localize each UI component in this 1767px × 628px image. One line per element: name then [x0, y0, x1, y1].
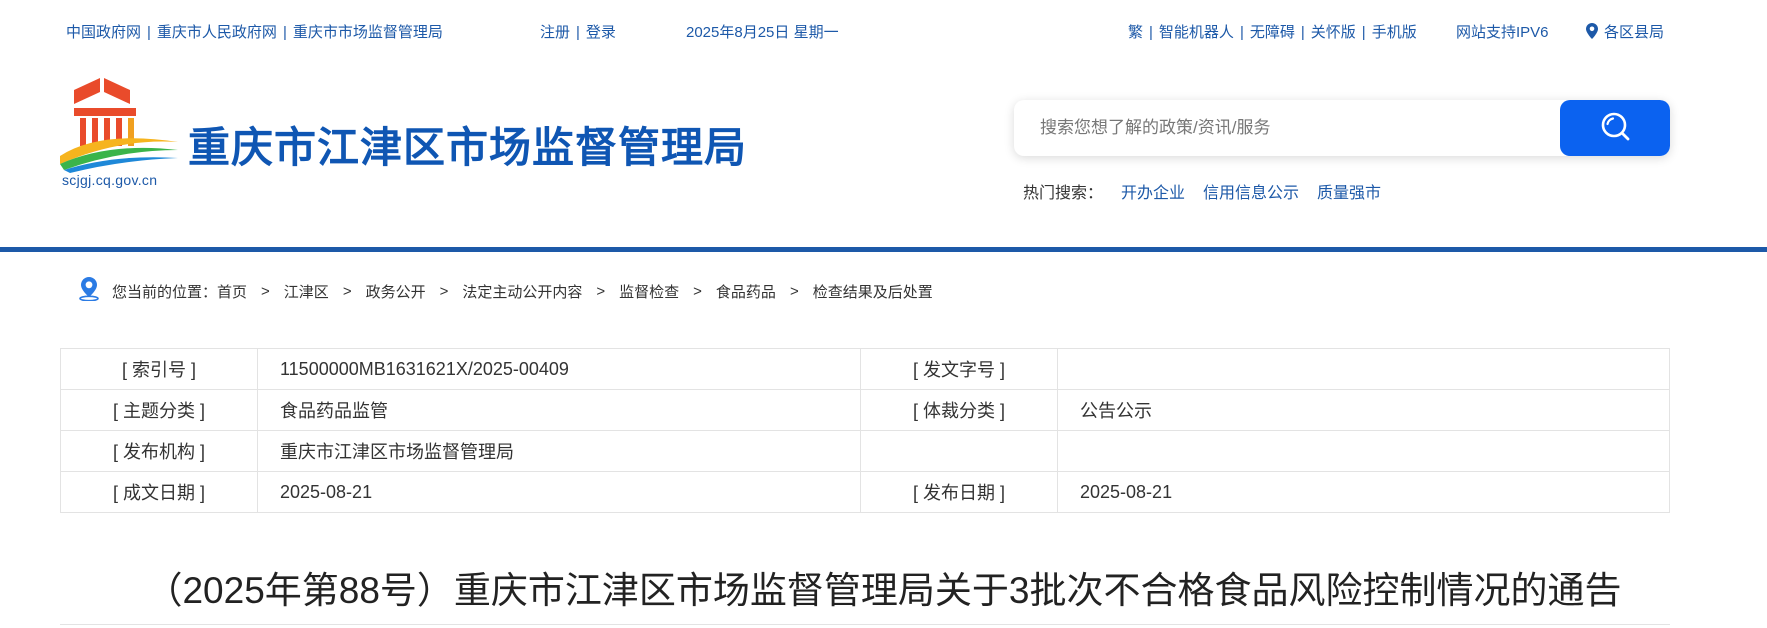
meta-value: 2025-08-21 — [257, 471, 861, 513]
location-pin-icon — [1586, 23, 1598, 43]
meta-key: [ 发文字号 ] — [860, 348, 1058, 390]
breadcrumb-food-drug[interactable]: 食品药品 — [716, 281, 776, 302]
meta-value: 食品药品监管 — [257, 389, 861, 431]
meta-key: [ 发布机构 ] — [60, 430, 258, 472]
districts-link[interactable]: 各区县局 — [1586, 21, 1664, 43]
site-title[interactable]: 重庆市江津区市场监督管理局 — [188, 114, 747, 175]
meta-value: 重庆市江津区市场监督管理局 — [257, 430, 861, 472]
table-row: [ 主题分类 ] 食品药品监管 [ 体裁分类 ] 公告公示 — [60, 389, 1670, 431]
separator: | — [576, 24, 580, 41]
separator: | — [282, 24, 287, 41]
search-input[interactable] — [1014, 100, 1554, 156]
breadcrumb-jiangjin[interactable]: 江津区 — [284, 281, 329, 302]
meta-value: 11500000MB1631621X/2025-00409 — [257, 348, 861, 390]
hot-term-quality-city[interactable]: 质量强市 — [1317, 185, 1381, 202]
table-row: [ 发布机构 ] 重庆市江津区市场监督管理局 — [60, 430, 1670, 472]
meta-value: 2025-08-21 — [1057, 471, 1670, 513]
current-date: 2025年8月25日 星期一 — [686, 24, 839, 41]
register-link[interactable]: 注册 — [540, 24, 570, 41]
breadcrumb-separator: > — [596, 282, 606, 300]
breadcrumb-inspection[interactable]: 监督检查 — [619, 281, 679, 302]
link-cq-scjgj[interactable]: 重庆市市场监督管理局 — [293, 24, 443, 41]
mobile-link[interactable]: 手机版 — [1372, 24, 1417, 41]
breadcrumb-results[interactable]: 检查结果及后处置 — [813, 281, 933, 302]
title-divider — [60, 624, 1670, 625]
breadcrumb: 您当前的位置： 首页 > 江津区 > 政务公开 > 法定主动公开内容 > 监督检查 > 食品… — [78, 277, 933, 305]
link-cq-gov[interactable]: 重庆市人民政府网 — [157, 24, 277, 41]
ipv6-label: 网站支持IPV6 — [1456, 24, 1549, 41]
breadcrumb-statutory[interactable]: 法定主动公开内容 — [462, 281, 582, 302]
meta-key: [ 成文日期 ] — [60, 471, 258, 513]
traditional-chinese-link[interactable]: 繁 — [1128, 24, 1143, 41]
accessibility-link[interactable]: 无障碍 — [1250, 24, 1295, 41]
care-mode-link[interactable]: 关怀版 — [1311, 24, 1356, 41]
meta-key: [ 主题分类 ] — [60, 389, 258, 431]
table-row: [ 成文日期 ] 2025-08-21 [ 发布日期 ] 2025-08-21 — [60, 471, 1670, 513]
search-icon — [1599, 110, 1631, 147]
auth-links: 注册 | 登录 — [540, 21, 616, 42]
breadcrumb-home[interactable]: 首页 — [217, 281, 247, 302]
hot-term-credit-info[interactable]: 信用信息公示 — [1203, 185, 1299, 202]
meta-value — [1057, 430, 1670, 472]
robot-link[interactable]: 智能机器人 — [1159, 24, 1234, 41]
breadcrumb-separator: > — [789, 282, 799, 300]
meta-value: 公告公示 — [1057, 389, 1670, 431]
gov-links: 中国政府网 | 重庆市人民政府网 | 重庆市市场监督管理局 — [66, 21, 443, 42]
separator: | — [1361, 24, 1366, 41]
table-row: [ 索引号 ] 11500000MB1631621X/2025-00409 [ … — [60, 348, 1670, 390]
districts-label[interactable]: 各区县局 — [1604, 24, 1664, 41]
search-button[interactable] — [1560, 100, 1670, 156]
separator: | — [147, 24, 151, 41]
document-meta-table: [ 索引号 ] 11500000MB1631621X/2025-00409 [ … — [60, 348, 1670, 513]
document-title: （2025年第88号）重庆市江津区市场监督管理局关于3批次不合格食品风险控制情况… — [145, 570, 1622, 611]
tool-links: 繁 | 智能机器人 | 无障碍 | 关怀版 | 手机版 — [1128, 21, 1417, 42]
header-divider — [0, 247, 1767, 252]
breadcrumb-separator: > — [261, 282, 270, 300]
logo-domain: scjgj.cq.gov.cn — [62, 172, 158, 188]
breadcrumb-gov-affairs[interactable]: 政务公开 — [366, 281, 426, 302]
hot-term-open-business[interactable]: 开办企业 — [1121, 185, 1185, 202]
link-china-gov[interactable]: 中国政府网 — [66, 24, 141, 41]
meta-key: [ 索引号 ] — [60, 348, 258, 390]
breadcrumb-separator: > — [439, 282, 449, 300]
meta-key — [860, 430, 1058, 472]
hot-search: 热门搜索： 开办企业 信用信息公示 质量强市 — [1023, 179, 1381, 203]
breadcrumb-separator: > — [693, 282, 702, 300]
meta-key: [ 发布日期 ] — [860, 471, 1058, 513]
separator: | — [1239, 24, 1244, 41]
meta-value — [1057, 348, 1670, 390]
separator: | — [1149, 24, 1153, 41]
hot-search-label: 热门搜索： — [1023, 185, 1104, 202]
top-bar: 中国政府网 | 重庆市人民政府网 | 重庆市市场监督管理局 注册 | 登录 2025年8月2… — [0, 0, 1767, 60]
breadcrumb-separator: > — [342, 282, 352, 300]
separator: | — [1300, 24, 1305, 41]
search-box — [1014, 100, 1670, 156]
login-link[interactable]: 登录 — [586, 24, 616, 41]
meta-key: [ 体裁分类 ] — [860, 389, 1058, 431]
breadcrumb-person-pin-icon — [78, 277, 100, 305]
breadcrumb-prefix: 您当前的位置： — [112, 283, 218, 301]
